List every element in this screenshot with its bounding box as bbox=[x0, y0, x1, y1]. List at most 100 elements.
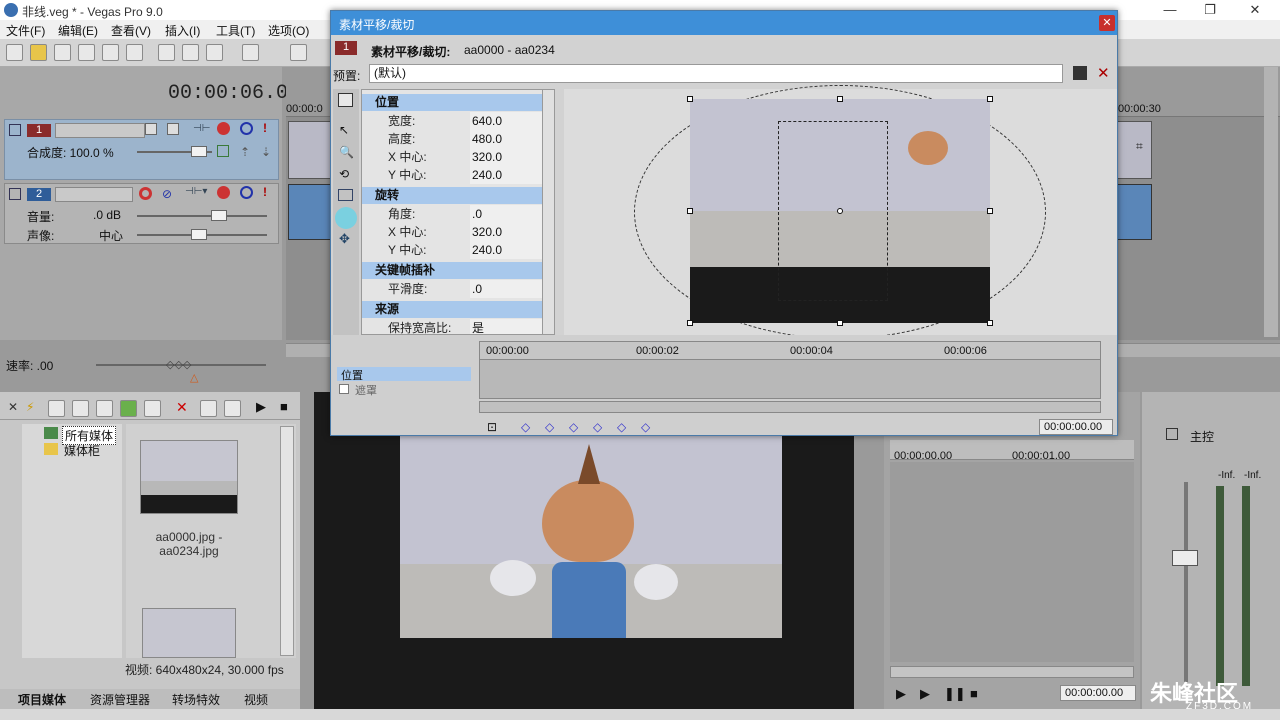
prop-value-rot-x[interactable]: 320.0 bbox=[470, 223, 542, 241]
volume-slider-handle[interactable] bbox=[211, 210, 227, 221]
f-mask-outline[interactable] bbox=[778, 121, 888, 301]
tree-item-media-bins[interactable]: 媒体柜 bbox=[64, 442, 100, 459]
sync-cursor-icon[interactable]: ⊡ bbox=[487, 420, 497, 434]
paste-icon[interactable] bbox=[206, 44, 223, 61]
remove-icon[interactable]: ✕ bbox=[176, 399, 188, 416]
normal-edit-tool-icon[interactable]: ↖ bbox=[339, 123, 349, 137]
add-keyframe-icon[interactable]: ◇ bbox=[617, 420, 626, 434]
undo-icon[interactable] bbox=[242, 44, 259, 61]
audio-clip-waveform-end[interactable] bbox=[1116, 184, 1152, 240]
track-name-field[interactable] bbox=[55, 123, 145, 138]
prop-value-keep-aspect[interactable]: 是 bbox=[470, 319, 542, 334]
crop-handle-tl[interactable] bbox=[687, 96, 693, 102]
tab-explorer[interactable]: 资源管理器 bbox=[90, 691, 150, 708]
minimize-button[interactable]: — bbox=[1155, 0, 1185, 20]
panel-close-icon[interactable]: ✕ bbox=[8, 400, 18, 414]
show-properties-icon[interactable] bbox=[338, 93, 353, 107]
media-vscroll[interactable] bbox=[280, 426, 294, 656]
crop-handle-br[interactable] bbox=[987, 320, 993, 326]
section-source[interactable]: 来源 bbox=[362, 301, 542, 318]
rate-slider-handle[interactable]: ◇◇◇ bbox=[166, 358, 191, 371]
move-tool-icon[interactable]: ✥ bbox=[339, 231, 350, 247]
track-expand-icon[interactable] bbox=[9, 188, 21, 200]
kf-scrollbar[interactable] bbox=[479, 401, 1101, 413]
kf-track-mask[interactable]: 遮罩 bbox=[337, 382, 471, 397]
section-position[interactable]: 位置 bbox=[362, 94, 542, 111]
save-preset-icon[interactable] bbox=[1073, 66, 1087, 80]
properties-vscroll[interactable] bbox=[542, 90, 554, 334]
crop-handle-bl[interactable] bbox=[687, 320, 693, 326]
media-thumbnail-2[interactable] bbox=[142, 608, 236, 658]
close-window-button[interactable]: ✕ bbox=[1240, 0, 1270, 20]
track-fx-icon[interactable]: ⊣⊢▾ bbox=[185, 186, 209, 198]
mute-icon[interactable] bbox=[240, 122, 253, 135]
section-rotation[interactable]: 旋转 bbox=[362, 187, 542, 204]
dialog-close-button[interactable]: ✕ bbox=[1099, 15, 1115, 31]
track-audio-2[interactable]: 2 ⊘ ⊣⊢▾ ! 音量: .0 dB 声像: 中心 bbox=[4, 183, 279, 244]
cut-icon[interactable] bbox=[158, 44, 175, 61]
pause-icon[interactable]: ❚❚ bbox=[944, 686, 966, 702]
prop-value-smoothness[interactable]: .0 bbox=[470, 280, 542, 298]
import-media-icon[interactable] bbox=[48, 400, 65, 417]
menu-tools[interactable]: 工具(T) bbox=[216, 22, 255, 39]
prop-value-width[interactable]: 640.0 bbox=[470, 112, 542, 130]
track-name-field[interactable] bbox=[55, 187, 133, 202]
dialog-titlebar[interactable]: 素材平移/裁切 ✕ bbox=[331, 11, 1117, 35]
zoom-tool-icon[interactable]: 🔍 bbox=[339, 145, 354, 159]
audio-clip-waveform[interactable] bbox=[288, 184, 332, 240]
kf-track-position[interactable]: 位置 bbox=[337, 367, 471, 382]
media-properties-icon[interactable] bbox=[200, 400, 217, 417]
prop-value-angle[interactable]: .0 bbox=[470, 205, 542, 223]
media-thumbnail[interactable] bbox=[140, 440, 238, 514]
trimmer-scrollbar[interactable] bbox=[890, 666, 1134, 678]
delete-preset-icon[interactable]: ✕ bbox=[1097, 64, 1110, 82]
section-keyframe-interp[interactable]: 关键帧插补 bbox=[362, 262, 542, 279]
arrow-down-icon[interactable]: ⇣ bbox=[261, 145, 273, 159]
crop-handle-l[interactable] bbox=[687, 208, 693, 214]
next-keyframe-icon[interactable]: ◇ bbox=[569, 420, 578, 434]
menu-options[interactable]: 选项(O) bbox=[268, 22, 309, 39]
properties-icon[interactable] bbox=[126, 44, 143, 61]
move-free-icon[interactable] bbox=[335, 207, 357, 229]
rotate-tool-icon[interactable]: ⟲ bbox=[339, 167, 349, 181]
prop-value-height[interactable]: 480.0 bbox=[470, 130, 542, 148]
track-motion-icon[interactable]: ⊣⊢ bbox=[193, 123, 210, 135]
refresh-icon[interactable] bbox=[120, 400, 137, 417]
crop-handle-r[interactable] bbox=[987, 208, 993, 214]
tab-transitions[interactable]: 转场特效 bbox=[172, 691, 220, 708]
crop-handle-t[interactable] bbox=[837, 96, 843, 102]
prop-value-x-center[interactable]: 320.0 bbox=[470, 148, 542, 166]
crop-handle-b[interactable] bbox=[837, 320, 843, 326]
prop-value-y-center[interactable]: 240.0 bbox=[470, 166, 542, 184]
play-media-icon[interactable]: ▶ bbox=[256, 399, 266, 415]
track-video-1[interactable]: 1 ⊣⊢ ! 合成度: 100.0 % ⇡ ⇣ bbox=[4, 119, 279, 180]
menu-file[interactable]: 文件(F) bbox=[6, 22, 45, 39]
mute-icon[interactable] bbox=[240, 186, 253, 199]
fx-icon[interactable] bbox=[217, 122, 230, 135]
crop-center-handle[interactable] bbox=[837, 208, 843, 214]
bypass-icon[interactable] bbox=[217, 145, 229, 157]
master-fader-handle[interactable] bbox=[1172, 550, 1198, 566]
save-as-icon[interactable] bbox=[78, 44, 95, 61]
invert-phase-icon[interactable]: ⊘ bbox=[162, 187, 174, 201]
stop-icon[interactable]: ■ bbox=[970, 686, 978, 701]
tab-video-fx[interactable]: 视频 bbox=[244, 691, 268, 708]
fit-frame-icon[interactable] bbox=[338, 189, 353, 201]
pan-crop-workspace[interactable] bbox=[564, 85, 1117, 339]
redo-icon[interactable] bbox=[290, 44, 307, 61]
solo-icon[interactable]: ! bbox=[263, 185, 267, 199]
record-arm-icon[interactable] bbox=[139, 187, 152, 200]
crop-handle-tr[interactable] bbox=[987, 96, 993, 102]
preset-select[interactable]: (默认) bbox=[369, 64, 1063, 83]
timeline-vscroll[interactable] bbox=[1264, 67, 1278, 337]
copy-icon[interactable] bbox=[182, 44, 199, 61]
pan-slider-handle[interactable] bbox=[191, 229, 207, 240]
mask-checkbox[interactable] bbox=[339, 384, 349, 394]
lightning-icon[interactable]: ⚡ bbox=[26, 400, 40, 414]
render-icon[interactable] bbox=[102, 44, 119, 61]
track-expand-icon[interactable] bbox=[9, 124, 21, 136]
play-icon[interactable]: ▶ bbox=[920, 686, 930, 702]
compose-slider-handle[interactable] bbox=[191, 146, 207, 157]
open-folder-icon[interactable] bbox=[30, 44, 47, 61]
last-keyframe-icon[interactable]: ◇ bbox=[593, 420, 602, 434]
